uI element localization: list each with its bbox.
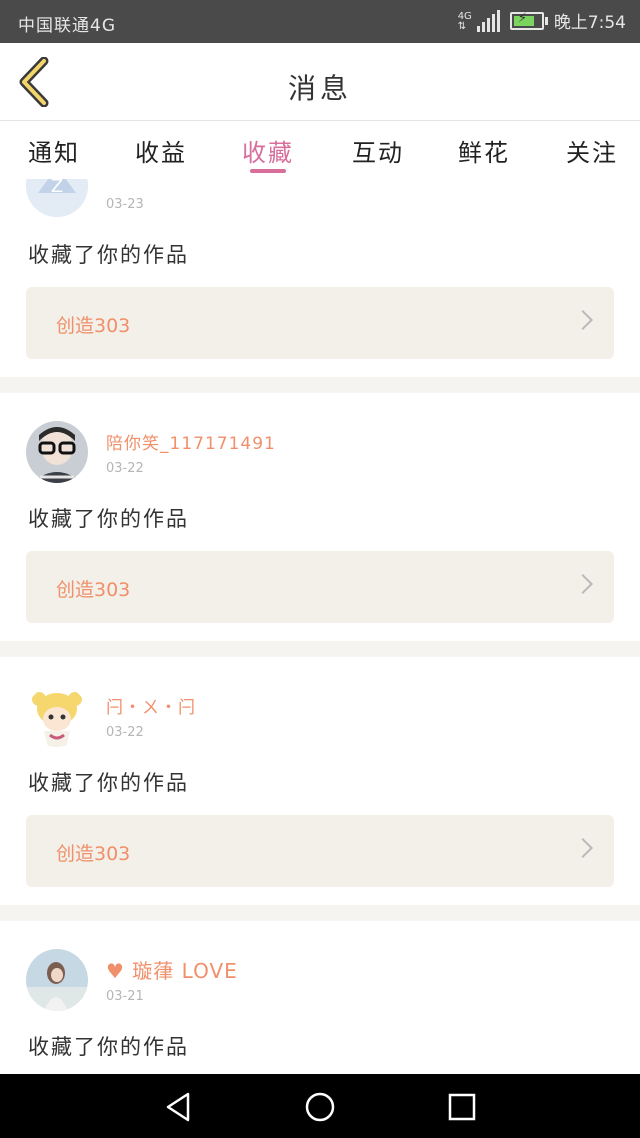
active-tab-indicator [250,169,286,173]
date: 03-22 [106,725,144,740]
tab-favorites[interactable]: 收藏 [242,133,294,168]
action-text: 收藏了你的作品 [28,507,189,531]
work-link[interactable]: 创造303 [26,287,614,359]
signal-icon: 4G ⇅ [457,9,500,32]
date: 03-23 [106,197,144,212]
work-title: 创造303 [56,843,131,865]
avatar[interactable] [26,685,88,747]
tab-earnings[interactable]: 收益 [135,133,187,168]
tab-interactions[interactable]: 互动 [352,133,404,168]
username: 璇葎 LOVE [132,959,238,983]
system-nav-bar [0,1074,640,1138]
work-title: 创造303 [56,579,131,601]
work-link[interactable]: 创造303 [26,815,614,887]
carrier-label: 中国联通4G [18,16,116,36]
nav-home-icon[interactable] [304,1091,336,1123]
tab-notifications[interactable]: 通知 [28,133,80,168]
tab-bar: 通知 收益 收藏 互动 鲜花 关注 [0,121,640,179]
nav-back-icon[interactable] [164,1092,192,1122]
list-item: 闩・ㄨ・闩 03-22 收藏了你的作品 创造303 [0,657,640,905]
tab-flowers[interactable]: 鲜花 [458,133,510,168]
list-item: 陪你笑_117171491 03-22 收藏了你的作品 创造303 [0,393,640,641]
status-bar: 中国联通4G 4G ⇅ ⚡ 晚上7:54 [0,0,640,43]
work-title: 创造303 [56,315,131,337]
avatar[interactable] [26,949,88,1011]
action-text: 收藏了你的作品 [28,243,189,267]
username-row[interactable]: ♥ 璇葎 LOVE [106,955,238,984]
list-item: ♥ 璇葎 LOVE 03-21 收藏了你的作品 [0,921,640,1074]
avatar[interactable]: Z [26,179,88,217]
date: 03-21 [106,989,144,1004]
username[interactable]: 闩・ㄨ・闩 [106,693,196,718]
tab-following[interactable]: 关注 [566,133,618,168]
status-right: 4G ⇅ ⚡ 晚上7:54 [458,8,626,33]
heart-icon: ♥ [106,959,125,983]
clock: 晚上7:54 [553,13,626,33]
battery-icon: ⚡ [509,11,548,30]
action-text: 收藏了你的作品 [28,1035,189,1059]
svg-text:Z: Z [51,179,63,197]
work-link[interactable]: 创造303 [26,551,614,623]
page-title: 消息 [287,72,352,105]
chevron-right-icon [573,574,593,594]
chevron-right-icon [573,838,593,858]
list-item: Z 03-23 收藏了你的作品 创造303 [0,179,640,377]
date: 03-22 [106,461,144,476]
action-text: 收藏了你的作品 [28,771,189,795]
username[interactable]: 陪你笑_117171491 [106,429,276,454]
chevron-right-icon [573,310,593,330]
app-header: 消息 [0,43,640,121]
network-type: 4G ⇅ [457,10,472,32]
avatar[interactable] [26,421,88,483]
nav-recents-icon[interactable] [448,1093,476,1121]
favorites-feed: Z 03-23 收藏了你的作品 创造303 陪你笑_117171491 03-2… [0,179,640,1074]
